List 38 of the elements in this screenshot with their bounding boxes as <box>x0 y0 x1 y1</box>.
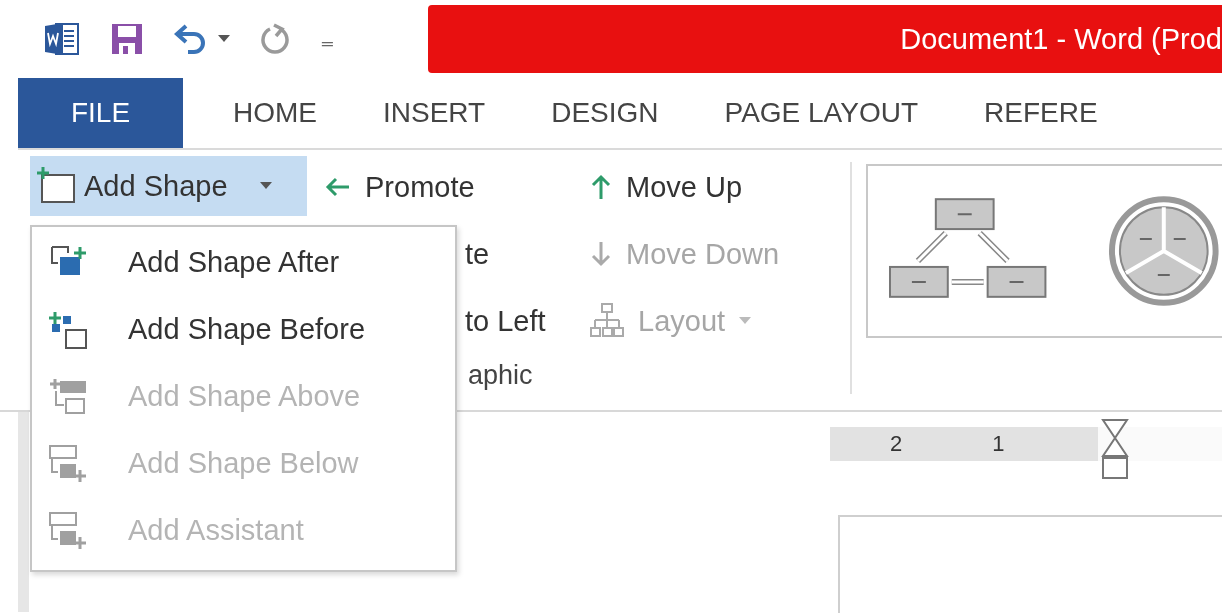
down-arrow-icon <box>590 241 612 267</box>
indent-marker-icon[interactable] <box>1100 418 1130 482</box>
save-icon[interactable] <box>110 22 144 56</box>
menu-item-label: Add Shape Above <box>128 380 361 413</box>
add-shape-before-icon <box>48 309 88 350</box>
ribbon-tab[interactable]: HOME <box>209 78 341 148</box>
file-tab[interactable]: FILE <box>18 78 183 148</box>
undo-caret-icon <box>218 35 230 43</box>
menu-item[interactable]: Add Shape After <box>32 229 455 296</box>
ribbon-tab[interactable]: REFERE <box>960 78 1122 148</box>
menu-item-label: Add Shape Below <box>128 447 359 480</box>
ribbon-tab[interactable]: PAGE LAYOUT <box>700 78 942 148</box>
window-title: Document1 - Word (Prod <box>900 22 1222 56</box>
ribbon-command[interactable]: Move Up <box>590 156 850 218</box>
add-shape-icon <box>36 167 76 205</box>
ribbon-command[interactable]: Promote <box>325 156 590 218</box>
menu-item-label: Add Assistant <box>128 514 304 547</box>
up-arrow-icon <box>590 174 612 200</box>
org-chart-icon <box>590 303 624 339</box>
group-label: aphic <box>468 360 533 392</box>
customize-toolbar-button[interactable]: ₌ <box>320 22 335 56</box>
ribbon-tab[interactable]: DESIGN <box>527 78 683 148</box>
add-shape-below-icon <box>48 443 88 484</box>
menu-item[interactable]: Add Shape Before <box>32 296 455 363</box>
add-shape-above-icon <box>48 376 88 417</box>
caret-icon <box>739 317 752 325</box>
menu-item-label: Add Shape Before <box>128 313 365 346</box>
caret-icon <box>259 182 272 190</box>
redo-icon[interactable] <box>260 23 290 55</box>
add-assistant-icon <box>48 510 88 551</box>
menu-item-label: Add Shape After <box>128 246 340 279</box>
add-shape-button[interactable]: Add Shape <box>30 156 307 216</box>
undo-icon[interactable] <box>174 24 208 54</box>
ribbon-tab[interactable]: INSERT <box>359 78 510 148</box>
ruler-number: 1 <box>992 431 1005 457</box>
left-arrow-icon <box>325 176 351 198</box>
ruler-number: 2 <box>890 431 903 457</box>
word-logo-icon[interactable] <box>44 21 80 57</box>
